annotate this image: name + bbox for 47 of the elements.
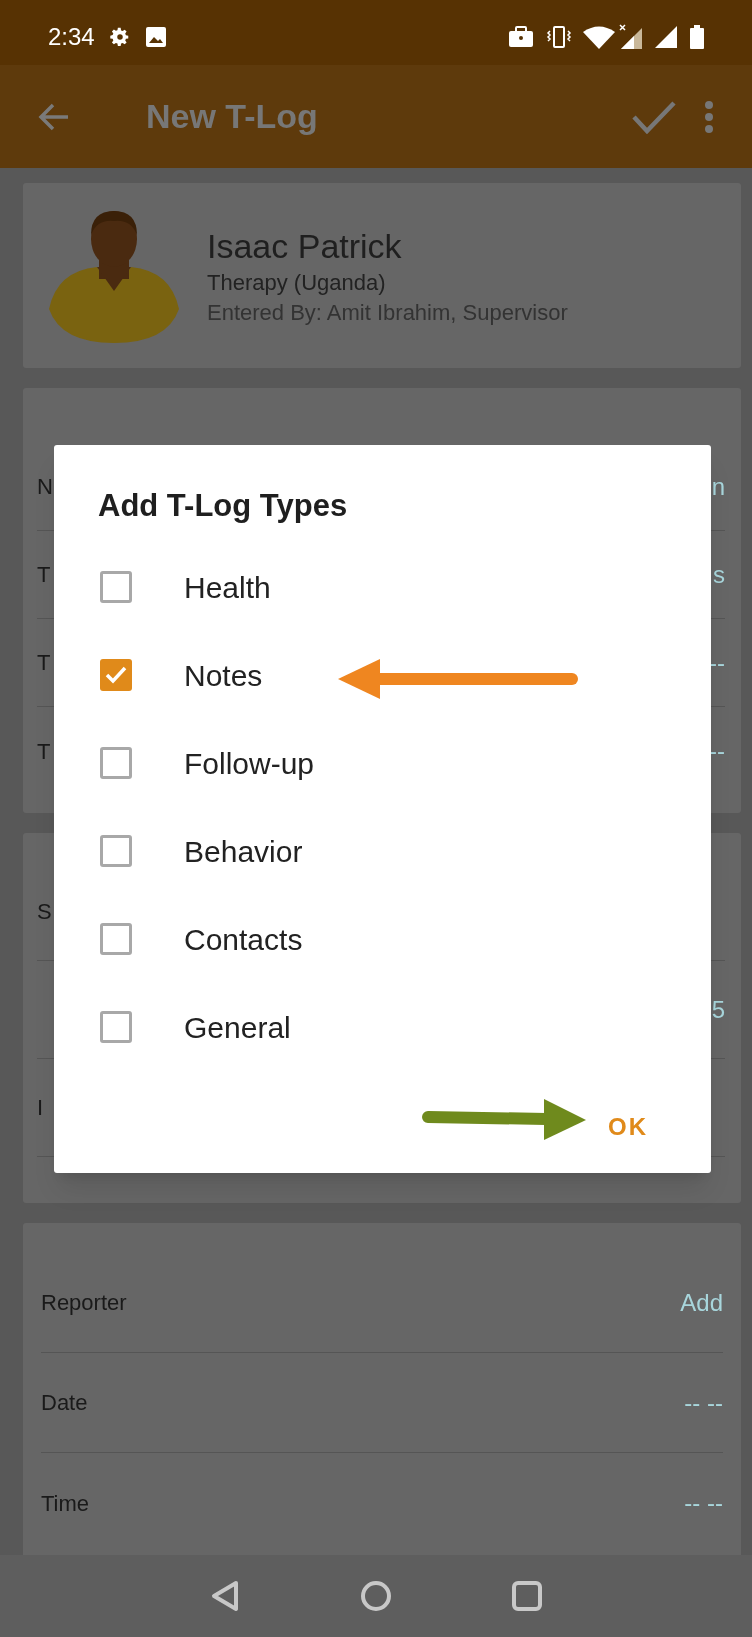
back-icon[interactable]	[210, 1580, 240, 1612]
person-name: Isaac Patrick	[207, 225, 403, 267]
option-label[interactable]: Behavior	[184, 828, 303, 874]
ok-button[interactable]: OK	[600, 1105, 656, 1149]
field-value[interactable]: s	[713, 556, 725, 593]
recent-apps-icon[interactable]	[512, 1581, 542, 1611]
status-time: 2:34	[48, 21, 95, 52]
option-label[interactable]: Health	[184, 564, 271, 610]
vibrate-icon	[546, 24, 572, 49]
checkmark-icon[interactable]	[632, 99, 676, 134]
checkbox[interactable]	[100, 923, 132, 955]
option-label[interactable]: Notes	[184, 652, 263, 698]
image-icon	[144, 25, 167, 48]
screen-title: New T-Log	[146, 96, 318, 137]
field-value[interactable]: -- --	[684, 1485, 723, 1521]
option-label[interactable]: Follow-up	[184, 740, 315, 786]
home-icon[interactable]	[360, 1580, 392, 1612]
field-value[interactable]: n	[711, 468, 725, 505]
more-options-icon[interactable]	[704, 100, 714, 133]
field-label: N	[37, 473, 53, 501]
signal-icon	[618, 23, 644, 50]
field-label: Date	[41, 1389, 88, 1417]
field-label: Time	[41, 1489, 90, 1518]
field-label: S	[37, 898, 52, 926]
checkbox[interactable]	[100, 835, 132, 867]
checkbox[interactable]	[100, 571, 132, 603]
field-label: T	[37, 649, 51, 677]
field-label: T	[37, 561, 51, 589]
field-value[interactable]: Add	[680, 1284, 723, 1321]
wifi-icon	[582, 24, 616, 49]
program-label: Therapy (Uganda)	[207, 268, 387, 297]
back-arrow-icon[interactable]	[38, 102, 70, 131]
dialog-title: Add T-Log Types	[98, 487, 348, 525]
field-value[interactable]: 5	[711, 991, 725, 1028]
field-label: Reporter	[41, 1289, 127, 1317]
gear-icon	[108, 25, 131, 48]
option-label[interactable]: General	[184, 1004, 291, 1050]
field-value[interactable]: -- --	[684, 1384, 723, 1421]
signal-icon	[654, 24, 678, 49]
briefcase-icon	[508, 25, 534, 48]
checkbox[interactable]	[100, 747, 132, 779]
checkbox[interactable]	[100, 1011, 132, 1043]
battery-icon	[690, 24, 704, 49]
field-label: I	[37, 1094, 44, 1122]
checkbox[interactable]	[100, 659, 132, 691]
field-label: T	[37, 737, 51, 766]
option-label[interactable]: Contacts	[184, 916, 303, 962]
